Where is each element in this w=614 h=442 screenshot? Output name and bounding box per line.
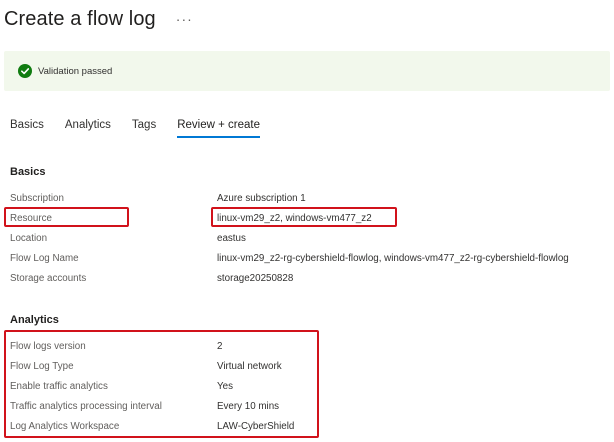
row-label: Flow Log Type [10, 360, 74, 372]
row-label: Subscription [10, 192, 64, 204]
summary-row-enable-traffic-analytics: Enable traffic analytics Yes [10, 378, 233, 394]
row-value: Azure subscription 1 [217, 192, 306, 204]
row-label: Location [10, 232, 48, 244]
summary-row-flow-logs-version: Flow logs version 2 [10, 338, 222, 354]
row-value: eastus [217, 232, 246, 244]
validation-banner: Validation passed [4, 51, 610, 91]
summary-row-processing-interval: Traffic analytics processing interval Ev… [10, 398, 279, 414]
basics-section-title: Basics [10, 166, 46, 178]
analytics-section-title: Analytics [10, 314, 59, 326]
summary-row-flow-log-name: Flow Log Name linux-vm29_z2-rg-cybershie… [10, 250, 569, 266]
row-label: Log Analytics Workspace [10, 420, 120, 432]
title-row: Create a flow log ··· [4, 6, 193, 32]
summary-row-flow-log-type: Flow Log Type Virtual network [10, 358, 282, 374]
summary-row-storage-accounts: Storage accounts storage20250828 [10, 270, 293, 286]
row-value: linux-vm29_z2-rg-cybershield-flowlog, wi… [217, 252, 569, 264]
row-value: linux-vm29_z2, windows-vm477_z2 [217, 212, 372, 224]
summary-row-location: Location eastus [10, 230, 246, 246]
row-value: LAW-CyberShield [217, 420, 295, 432]
checkmark-circle-icon [18, 64, 32, 78]
tab-review-create[interactable]: Review + create [177, 116, 260, 138]
row-label: Resource [10, 212, 52, 224]
row-value: Every 10 mins [217, 400, 280, 412]
tab-bar: Basics Analytics Tags Review + create [10, 116, 281, 142]
summary-row-subscription: Subscription Azure subscription 1 [10, 190, 306, 206]
row-value: Yes [217, 380, 233, 392]
tab-basics[interactable]: Basics [10, 116, 44, 138]
summary-row-log-analytics-workspace: Log Analytics Workspace LAW-CyberShield [10, 418, 294, 434]
summary-row-resource: Resource linux-vm29_z2, windows-vm477_z2 [10, 210, 372, 226]
row-label: Enable traffic analytics [10, 380, 108, 392]
row-value: Virtual network [217, 360, 282, 372]
row-value: 2 [217, 340, 223, 352]
page-title: Create a flow log [4, 7, 156, 30]
row-value: storage20250828 [217, 272, 294, 284]
tab-analytics[interactable]: Analytics [65, 116, 111, 138]
row-label: Flow logs version [10, 340, 86, 352]
tab-tags[interactable]: Tags [132, 116, 156, 138]
validation-message: Validation passed [38, 65, 113, 77]
row-label: Storage accounts [10, 272, 87, 284]
more-options-button[interactable]: ··· [176, 12, 193, 26]
row-label: Traffic analytics processing interval [10, 400, 162, 412]
row-label: Flow Log Name [10, 252, 79, 264]
